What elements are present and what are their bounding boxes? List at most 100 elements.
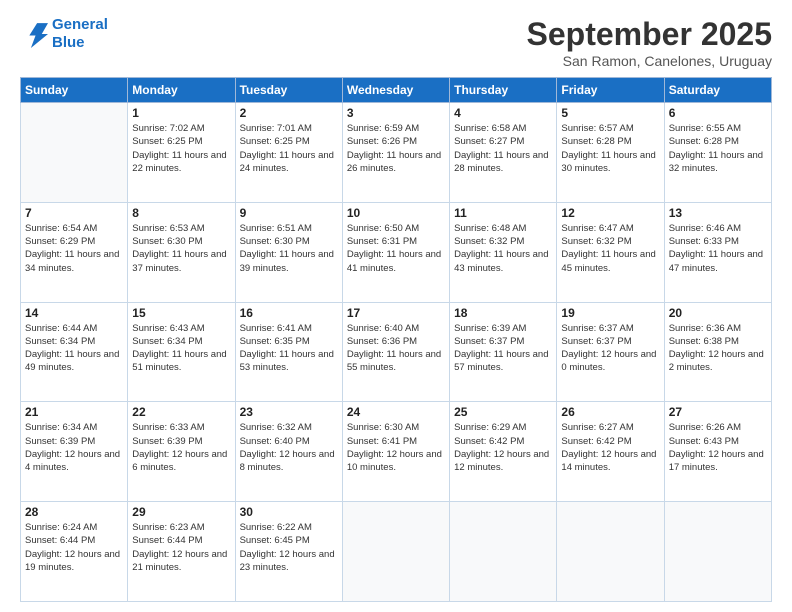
day-number: 23 bbox=[240, 405, 338, 419]
day-info: Sunrise: 7:02 AMSunset: 6:25 PMDaylight:… bbox=[132, 122, 230, 175]
day-cell: 1 Sunrise: 7:02 AMSunset: 6:25 PMDayligh… bbox=[128, 103, 235, 203]
day-cell: 27 Sunrise: 6:26 AMSunset: 6:43 PMDaylig… bbox=[664, 402, 771, 502]
day-cell: 9 Sunrise: 6:51 AMSunset: 6:30 PMDayligh… bbox=[235, 202, 342, 302]
day-cell: 20 Sunrise: 6:36 AMSunset: 6:38 PMDaylig… bbox=[664, 302, 771, 402]
day-number: 10 bbox=[347, 206, 445, 220]
day-cell: 8 Sunrise: 6:53 AMSunset: 6:30 PMDayligh… bbox=[128, 202, 235, 302]
day-info: Sunrise: 6:30 AMSunset: 6:41 PMDaylight:… bbox=[347, 421, 445, 474]
day-number: 7 bbox=[25, 206, 123, 220]
day-info: Sunrise: 6:37 AMSunset: 6:37 PMDaylight:… bbox=[561, 322, 659, 375]
day-cell: 14 Sunrise: 6:44 AMSunset: 6:34 PMDaylig… bbox=[21, 302, 128, 402]
day-cell: 19 Sunrise: 6:37 AMSunset: 6:37 PMDaylig… bbox=[557, 302, 664, 402]
day-number: 21 bbox=[25, 405, 123, 419]
day-info: Sunrise: 6:23 AMSunset: 6:44 PMDaylight:… bbox=[132, 521, 230, 574]
week-row-0: 1 Sunrise: 7:02 AMSunset: 6:25 PMDayligh… bbox=[21, 103, 772, 203]
title-block: September 2025 San Ramon, Canelones, Uru… bbox=[527, 16, 772, 69]
day-cell: 10 Sunrise: 6:50 AMSunset: 6:31 PMDaylig… bbox=[342, 202, 449, 302]
day-number: 6 bbox=[669, 106, 767, 120]
day-cell bbox=[21, 103, 128, 203]
day-cell: 23 Sunrise: 6:32 AMSunset: 6:40 PMDaylig… bbox=[235, 402, 342, 502]
day-number: 9 bbox=[240, 206, 338, 220]
col-wednesday: Wednesday bbox=[342, 78, 449, 103]
day-number: 15 bbox=[132, 306, 230, 320]
day-number: 22 bbox=[132, 405, 230, 419]
day-cell: 6 Sunrise: 6:55 AMSunset: 6:28 PMDayligh… bbox=[664, 103, 771, 203]
day-info: Sunrise: 6:22 AMSunset: 6:45 PMDaylight:… bbox=[240, 521, 338, 574]
day-cell: 26 Sunrise: 6:27 AMSunset: 6:42 PMDaylig… bbox=[557, 402, 664, 502]
day-info: Sunrise: 6:59 AMSunset: 6:26 PMDaylight:… bbox=[347, 122, 445, 175]
day-number: 26 bbox=[561, 405, 659, 419]
day-info: Sunrise: 6:53 AMSunset: 6:30 PMDaylight:… bbox=[132, 222, 230, 275]
day-cell: 7 Sunrise: 6:54 AMSunset: 6:29 PMDayligh… bbox=[21, 202, 128, 302]
day-info: Sunrise: 6:36 AMSunset: 6:38 PMDaylight:… bbox=[669, 322, 767, 375]
day-info: Sunrise: 6:54 AMSunset: 6:29 PMDaylight:… bbox=[25, 222, 123, 275]
day-cell: 24 Sunrise: 6:30 AMSunset: 6:41 PMDaylig… bbox=[342, 402, 449, 502]
day-info: Sunrise: 6:51 AMSunset: 6:30 PMDaylight:… bbox=[240, 222, 338, 275]
col-sunday: Sunday bbox=[21, 78, 128, 103]
header-row: Sunday Monday Tuesday Wednesday Thursday… bbox=[21, 78, 772, 103]
day-info: Sunrise: 6:58 AMSunset: 6:27 PMDaylight:… bbox=[454, 122, 552, 175]
day-cell: 12 Sunrise: 6:47 AMSunset: 6:32 PMDaylig… bbox=[557, 202, 664, 302]
day-cell: 22 Sunrise: 6:33 AMSunset: 6:39 PMDaylig… bbox=[128, 402, 235, 502]
day-number: 5 bbox=[561, 106, 659, 120]
day-info: Sunrise: 6:39 AMSunset: 6:37 PMDaylight:… bbox=[454, 322, 552, 375]
logo-line1: General bbox=[52, 16, 108, 33]
calendar-table: Sunday Monday Tuesday Wednesday Thursday… bbox=[20, 77, 772, 602]
logo-icon bbox=[20, 20, 48, 48]
day-cell: 2 Sunrise: 7:01 AMSunset: 6:25 PMDayligh… bbox=[235, 103, 342, 203]
day-cell: 16 Sunrise: 6:41 AMSunset: 6:35 PMDaylig… bbox=[235, 302, 342, 402]
day-cell: 18 Sunrise: 6:39 AMSunset: 6:37 PMDaylig… bbox=[450, 302, 557, 402]
day-cell bbox=[450, 502, 557, 602]
logo-text: General Blue bbox=[52, 16, 108, 52]
day-cell: 17 Sunrise: 6:40 AMSunset: 6:36 PMDaylig… bbox=[342, 302, 449, 402]
day-info: Sunrise: 6:57 AMSunset: 6:28 PMDaylight:… bbox=[561, 122, 659, 175]
day-info: Sunrise: 6:34 AMSunset: 6:39 PMDaylight:… bbox=[25, 421, 123, 474]
day-number: 2 bbox=[240, 106, 338, 120]
day-info: Sunrise: 7:01 AMSunset: 6:25 PMDaylight:… bbox=[240, 122, 338, 175]
week-row-1: 7 Sunrise: 6:54 AMSunset: 6:29 PMDayligh… bbox=[21, 202, 772, 302]
day-number: 28 bbox=[25, 505, 123, 519]
week-row-3: 21 Sunrise: 6:34 AMSunset: 6:39 PMDaylig… bbox=[21, 402, 772, 502]
day-number: 24 bbox=[347, 405, 445, 419]
day-info: Sunrise: 6:47 AMSunset: 6:32 PMDaylight:… bbox=[561, 222, 659, 275]
day-number: 20 bbox=[669, 306, 767, 320]
day-info: Sunrise: 6:46 AMSunset: 6:33 PMDaylight:… bbox=[669, 222, 767, 275]
day-number: 30 bbox=[240, 505, 338, 519]
day-cell: 3 Sunrise: 6:59 AMSunset: 6:26 PMDayligh… bbox=[342, 103, 449, 203]
day-number: 13 bbox=[669, 206, 767, 220]
col-monday: Monday bbox=[128, 78, 235, 103]
day-info: Sunrise: 6:33 AMSunset: 6:39 PMDaylight:… bbox=[132, 421, 230, 474]
day-info: Sunrise: 6:32 AMSunset: 6:40 PMDaylight:… bbox=[240, 421, 338, 474]
day-number: 25 bbox=[454, 405, 552, 419]
day-number: 29 bbox=[132, 505, 230, 519]
day-cell: 13 Sunrise: 6:46 AMSunset: 6:33 PMDaylig… bbox=[664, 202, 771, 302]
day-info: Sunrise: 6:26 AMSunset: 6:43 PMDaylight:… bbox=[669, 421, 767, 474]
day-cell bbox=[557, 502, 664, 602]
day-number: 16 bbox=[240, 306, 338, 320]
day-number: 12 bbox=[561, 206, 659, 220]
header: General Blue September 2025 San Ramon, C… bbox=[20, 16, 772, 69]
day-info: Sunrise: 6:55 AMSunset: 6:28 PMDaylight:… bbox=[669, 122, 767, 175]
day-info: Sunrise: 6:43 AMSunset: 6:34 PMDaylight:… bbox=[132, 322, 230, 375]
day-info: Sunrise: 6:27 AMSunset: 6:42 PMDaylight:… bbox=[561, 421, 659, 474]
subtitle: San Ramon, Canelones, Uruguay bbox=[527, 53, 772, 69]
day-info: Sunrise: 6:50 AMSunset: 6:31 PMDaylight:… bbox=[347, 222, 445, 275]
day-cell bbox=[342, 502, 449, 602]
week-row-4: 28 Sunrise: 6:24 AMSunset: 6:44 PMDaylig… bbox=[21, 502, 772, 602]
day-number: 4 bbox=[454, 106, 552, 120]
day-number: 1 bbox=[132, 106, 230, 120]
page: General Blue September 2025 San Ramon, C… bbox=[0, 0, 792, 612]
main-title: September 2025 bbox=[527, 16, 772, 53]
col-thursday: Thursday bbox=[450, 78, 557, 103]
day-cell: 29 Sunrise: 6:23 AMSunset: 6:44 PMDaylig… bbox=[128, 502, 235, 602]
day-number: 8 bbox=[132, 206, 230, 220]
day-number: 27 bbox=[669, 405, 767, 419]
logo: General Blue bbox=[20, 16, 108, 52]
day-info: Sunrise: 6:48 AMSunset: 6:32 PMDaylight:… bbox=[454, 222, 552, 275]
day-cell: 4 Sunrise: 6:58 AMSunset: 6:27 PMDayligh… bbox=[450, 103, 557, 203]
day-cell bbox=[664, 502, 771, 602]
day-info: Sunrise: 6:41 AMSunset: 6:35 PMDaylight:… bbox=[240, 322, 338, 375]
day-cell: 15 Sunrise: 6:43 AMSunset: 6:34 PMDaylig… bbox=[128, 302, 235, 402]
day-info: Sunrise: 6:40 AMSunset: 6:36 PMDaylight:… bbox=[347, 322, 445, 375]
day-number: 17 bbox=[347, 306, 445, 320]
